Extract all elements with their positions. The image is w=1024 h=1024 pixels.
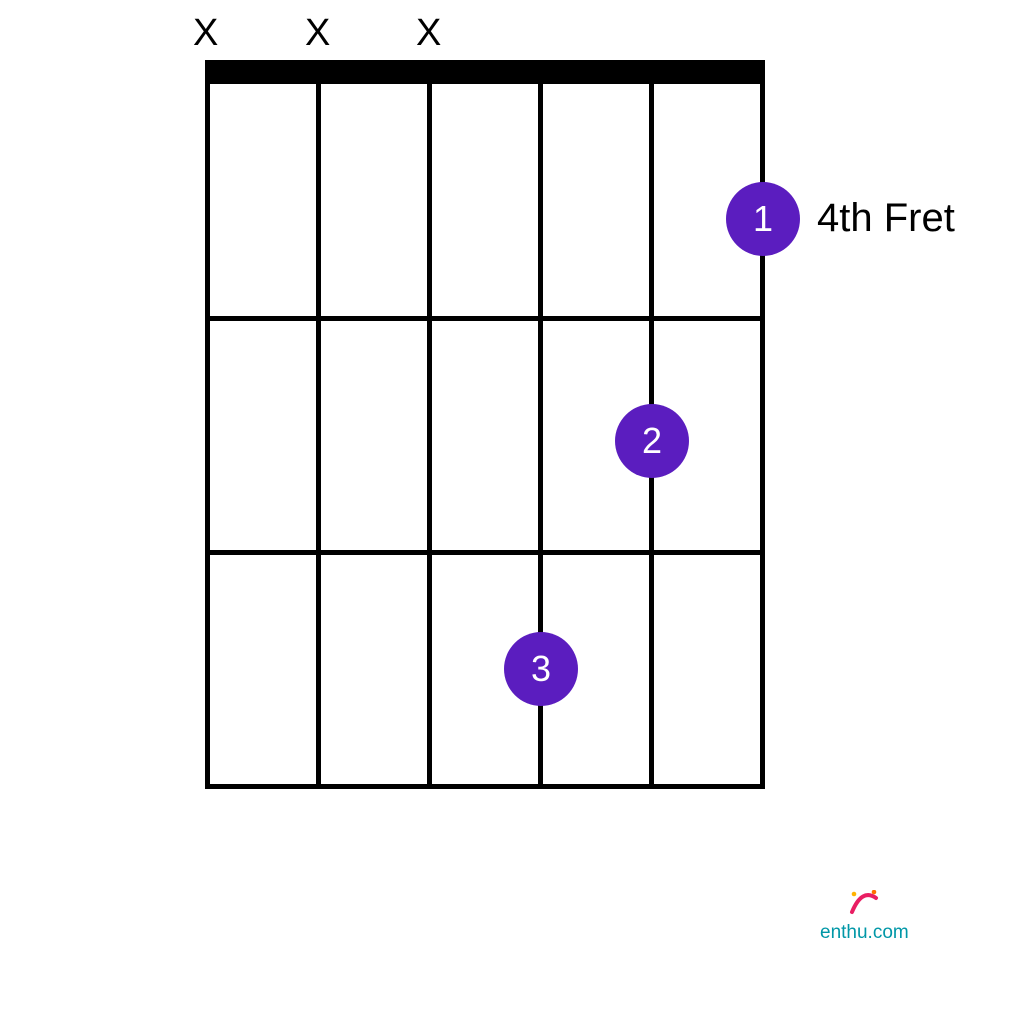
fret-wire-1 — [205, 316, 765, 321]
chord-diagram: X X X 1 2 3 4th Fret — [205, 60, 765, 810]
starting-fret-label: 4th Fret — [817, 196, 955, 241]
finger-dot-3: 3 — [504, 632, 578, 706]
finger-number-3: 3 — [531, 648, 551, 690]
guitar-nut — [205, 60, 765, 84]
mute-string-3: X — [416, 12, 441, 55]
brand-domain-text: enthu.com — [820, 922, 909, 944]
fret-wire-2 — [205, 550, 765, 555]
fret-wire-3 — [205, 784, 765, 789]
mute-string-2: X — [305, 12, 330, 55]
mute-markers-row: X X X — [205, 12, 765, 52]
mute-string-1: X — [193, 12, 218, 55]
finger-number-1: 1 — [753, 198, 773, 240]
string-2 — [316, 84, 321, 786]
finger-dot-1: 1 — [726, 182, 800, 256]
string-3 — [427, 84, 432, 786]
brand-logo: enthu.com — [820, 890, 909, 944]
finger-dot-2: 2 — [615, 404, 689, 478]
string-1 — [205, 84, 210, 786]
finger-number-2: 2 — [642, 420, 662, 462]
enthu-logo-icon — [820, 890, 909, 924]
